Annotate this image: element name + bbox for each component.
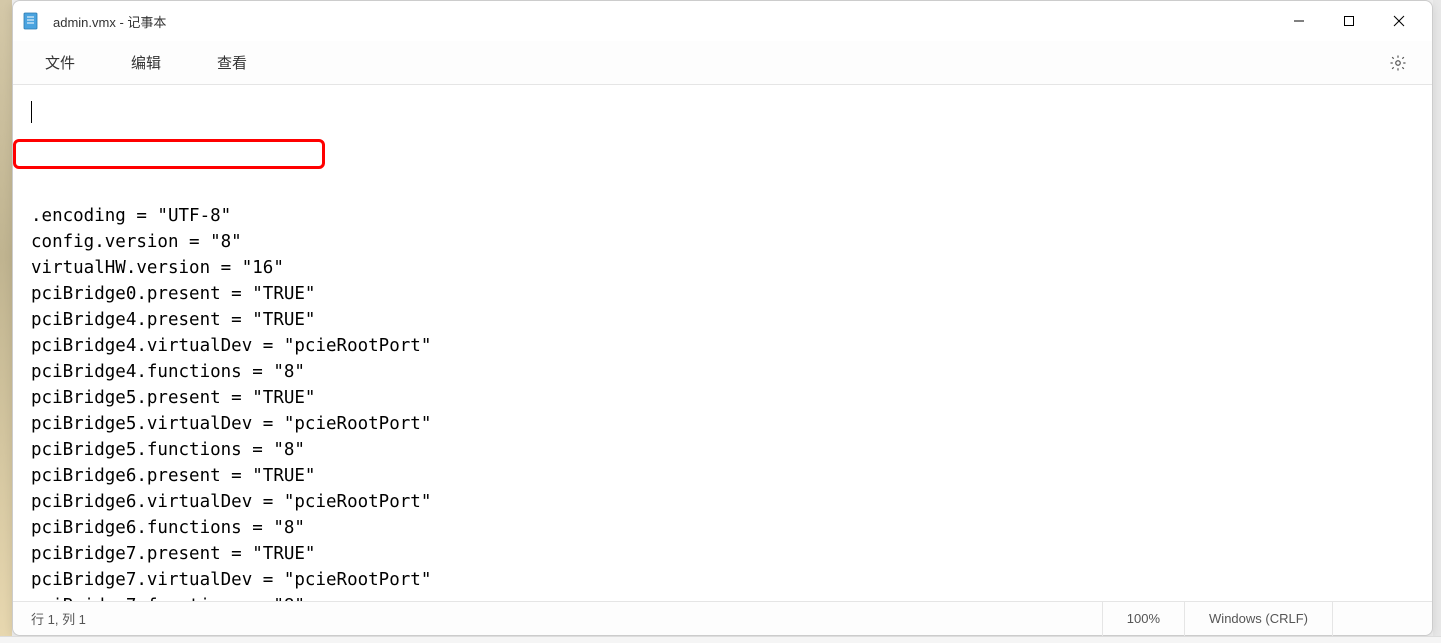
editor-line: pciBridge6.present = "TRUE" [31, 463, 1414, 489]
editor-line: pciBridge5.virtualDev = "pcieRootPort" [31, 411, 1414, 437]
annotation-highlight-box [13, 139, 325, 169]
minimize-button[interactable] [1274, 3, 1324, 39]
notepad-window: admin.vmx - 记事本 文件 编辑 查看 .encoding = "UT… [12, 0, 1433, 636]
editor-line: pciBridge6.functions = "8" [31, 515, 1414, 541]
window-controls [1274, 3, 1424, 39]
text-editor-area[interactable]: .encoding = "UTF-8"config.version = "8"v… [13, 85, 1432, 601]
status-zoom[interactable]: 100% [1102, 602, 1184, 636]
editor-line: pciBridge4.functions = "8" [31, 359, 1414, 385]
editor-line: pciBridge4.virtualDev = "pcieRootPort" [31, 333, 1414, 359]
editor-line: .encoding = "UTF-8" [31, 203, 1414, 229]
status-cursor-position: 行 1, 列 1 [13, 609, 86, 628]
maximize-button[interactable] [1324, 3, 1374, 39]
settings-button[interactable] [1382, 47, 1414, 79]
editor-line: pciBridge6.virtualDev = "pcieRootPort" [31, 489, 1414, 515]
text-cursor [31, 101, 32, 123]
notepad-app-icon [21, 11, 41, 31]
editor-line: pciBridge7.present = "TRUE" [31, 541, 1414, 567]
close-button[interactable] [1374, 3, 1424, 39]
editor-line: config.version = "8" [31, 229, 1414, 255]
desktop-left-edge [0, 0, 12, 643]
taskbar-partial [0, 636, 1441, 643]
menubar: 文件 编辑 查看 [13, 41, 1432, 85]
editor-line: pciBridge5.present = "TRUE" [31, 385, 1414, 411]
window-title: admin.vmx - 记事本 [53, 12, 166, 31]
menu-view[interactable]: 查看 [203, 46, 261, 79]
menu-edit[interactable]: 编辑 [117, 46, 175, 79]
menu-file[interactable]: 文件 [31, 46, 89, 79]
status-line-ending[interactable]: Windows (CRLF) [1184, 602, 1332, 636]
status-encoding-area[interactable] [1332, 602, 1432, 636]
editor-line: virtualHW.version = "16" [31, 255, 1414, 281]
editor-line: pciBridge4.present = "TRUE" [31, 307, 1414, 333]
editor-line: pciBridge7.functions = "8" [31, 593, 1414, 601]
desktop-right-edge [1433, 0, 1441, 643]
titlebar[interactable]: admin.vmx - 记事本 [13, 1, 1432, 41]
editor-line: pciBridge7.virtualDev = "pcieRootPort" [31, 567, 1414, 593]
editor-line: pciBridge5.functions = "8" [31, 437, 1414, 463]
editor-line: pciBridge0.present = "TRUE" [31, 281, 1414, 307]
statusbar: 行 1, 列 1 100% Windows (CRLF) [13, 601, 1432, 635]
